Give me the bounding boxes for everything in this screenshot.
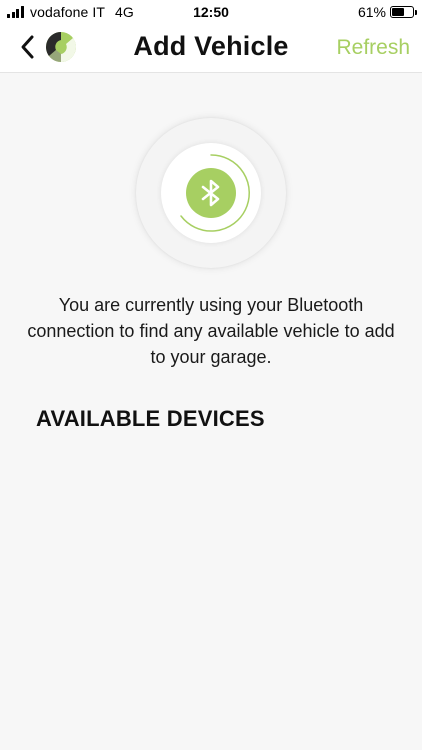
status-bar: vodafone IT 4G 12:50 61% [0, 0, 422, 24]
battery-percent: 61% [357, 4, 386, 20]
navigation-bar: Add Vehicle Refresh [0, 24, 422, 73]
available-devices-heading: AVAILABLE DEVICES [36, 406, 265, 431]
battery-icon [390, 6, 417, 18]
bluetooth-scan-indicator [136, 118, 286, 268]
bluetooth-button[interactable] [186, 168, 236, 218]
battery-fill [392, 8, 405, 16]
bluetooth-icon [201, 179, 220, 207]
refresh-button[interactable]: Refresh [336, 36, 410, 60]
status-right: 61% [357, 4, 417, 20]
available-devices-list [0, 440, 422, 740]
info-text: You are currently using your Bluetooth c… [27, 295, 395, 367]
